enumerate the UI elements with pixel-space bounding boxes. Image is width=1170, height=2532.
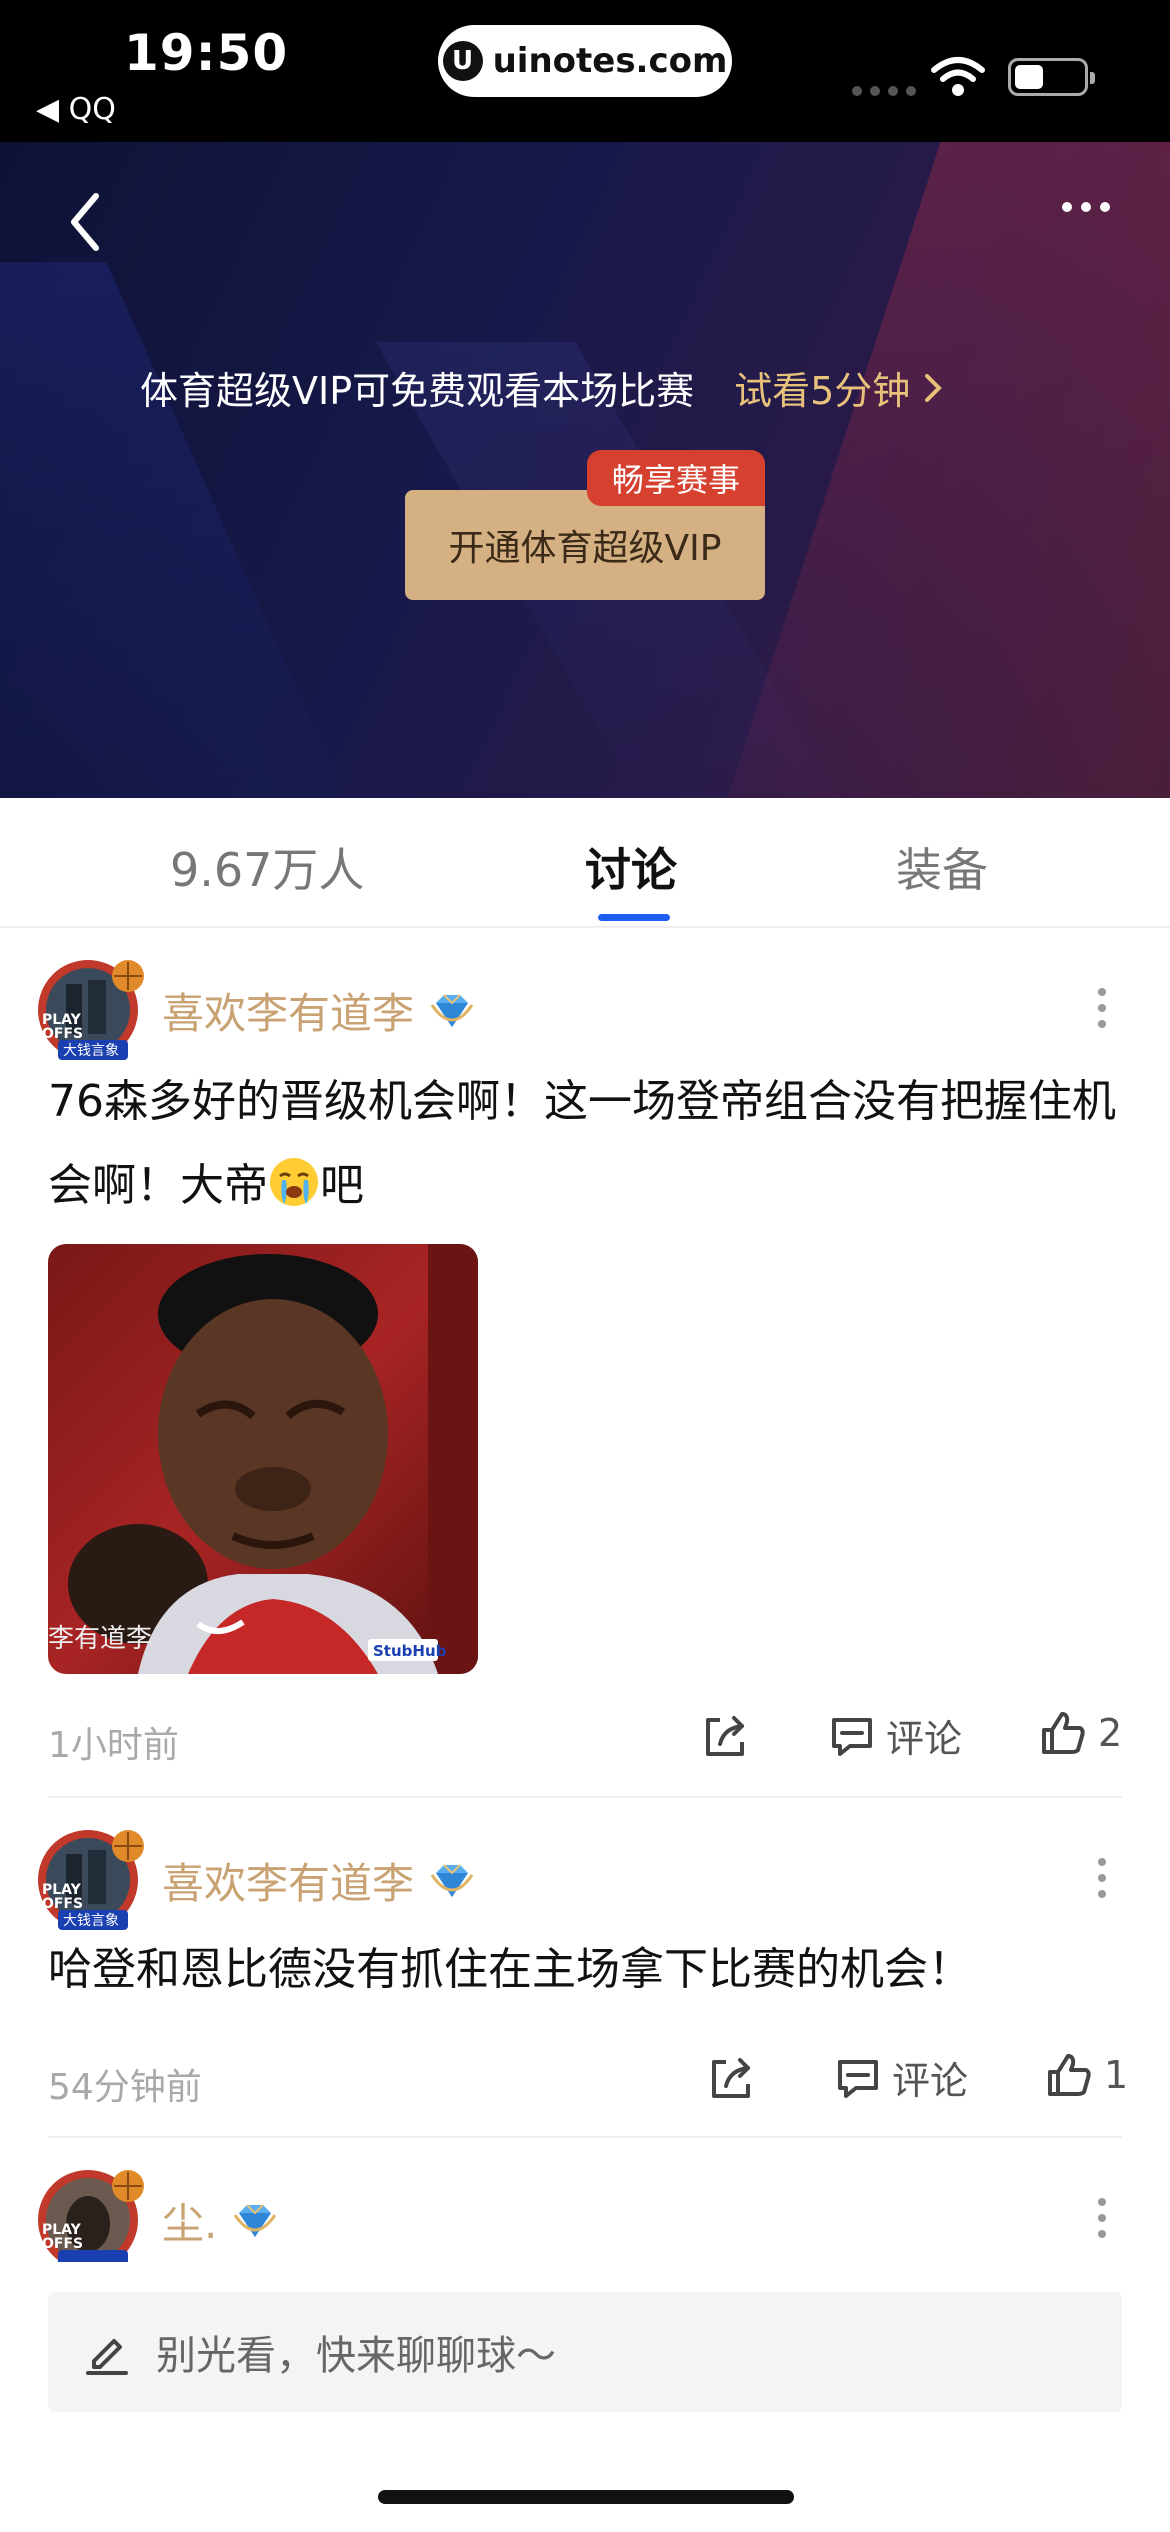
post-item: PLAY OFFS 尘.: [0, 2158, 1170, 2262]
tab-discussion[interactable]: 讨论: [585, 834, 677, 900]
comment-placeholder: 别光看，快来聊聊球～: [156, 2333, 556, 2379]
post-more-icon[interactable]: [1098, 1858, 1106, 1898]
url-text: uinotes.com: [492, 41, 728, 81]
trial-label: 试看5分钟: [734, 369, 911, 413]
pen-icon: [86, 2339, 128, 2375]
vip-text: 体育超级VIP可免费观看本场比赛: [140, 369, 695, 413]
video-player-hero: 体育超级VIP可免费观看本场比赛 试看5分钟 开通体育超级VIP 畅享赛事: [0, 142, 1170, 798]
like-button[interactable]: 1: [1044, 2050, 1128, 2100]
vip-free-watch-text: 体育超级VIP可免费观看本场比赛 试看5分钟: [140, 360, 943, 415]
avatar[interactable]: PLAY OFFS 大钱言象: [36, 954, 148, 1066]
image-watermark: 李有道李: [48, 1624, 153, 1654]
trial-link[interactable]: 试看5分钟: [734, 360, 943, 415]
post-username[interactable]: 喜欢李有道李: [162, 980, 474, 1041]
comment-label: 评论: [886, 1717, 963, 1761]
active-tab-indicator: [598, 914, 670, 921]
like-count: 2: [1098, 1711, 1123, 1755]
svg-text:OFFS: OFFS: [42, 1896, 83, 1912]
svg-text:StubHub: StubHub: [373, 1642, 447, 1660]
back-chevron-icon[interactable]: [60, 182, 110, 262]
tab-equipment[interactable]: 装备: [896, 834, 988, 900]
diamond-icon: [430, 993, 474, 1027]
avatar-tag: 大钱言象: [63, 1043, 119, 1059]
comment-icon: [838, 2059, 878, 2098]
chevron-right-icon: [925, 373, 943, 402]
avatar[interactable]: PLAY OFFS: [36, 2164, 148, 2262]
comment-input[interactable]: 别光看，快来聊聊球～: [48, 2292, 1122, 2412]
open-vip-button[interactable]: 开通体育超级VIP: [405, 490, 765, 600]
post-image[interactable]: StubHub 李有道李: [48, 1244, 478, 1674]
svg-text:OFFS: OFFS: [42, 1026, 83, 1042]
like-icon: [1042, 1712, 1085, 1754]
bottom-composer-bar: 别光看，快来聊聊球～: [0, 2262, 1170, 2532]
post-time: 54分钟前: [48, 2067, 202, 2108]
post-meta-row: 54分钟前 评论 1: [48, 2050, 1128, 2110]
diamond-icon: [430, 1863, 474, 1897]
username-text: 喜欢李有道李: [162, 1859, 415, 1908]
tab-online-count[interactable]: 9.67万人: [170, 834, 364, 900]
status-bar: 19:50 ◀ QQ U uinotes.com: [0, 0, 1170, 142]
battery-icon: [1008, 58, 1095, 96]
like-count: 1: [1104, 2053, 1129, 2097]
post-more-icon[interactable]: [1098, 2198, 1106, 2238]
comment-label: 评论: [892, 2059, 969, 2103]
post-more-icon[interactable]: [1098, 988, 1106, 1028]
status-time: 19:50: [124, 24, 289, 82]
comment-button[interactable]: 评论: [828, 1708, 962, 1763]
back-to-app-link[interactable]: ◀ QQ: [36, 92, 116, 127]
post-text: 76森多好的晋级机会啊！这一场登帝组合没有把握住机会啊！大帝: [48, 1076, 1116, 1211]
tab-bar: 9.67万人 讨论 装备: [0, 798, 1170, 928]
like-icon: [1048, 2054, 1091, 2096]
post-time: 1小时前: [48, 1725, 179, 1766]
share-icon[interactable]: [700, 1712, 750, 1762]
vip-badge: 畅享赛事: [587, 450, 765, 506]
home-indicator: [378, 2490, 794, 2504]
post-divider: [48, 2136, 1122, 2138]
comment-icon: [832, 1717, 872, 1756]
signal-icon: [852, 86, 916, 96]
crying-emoji-icon: [270, 1158, 318, 1206]
post-meta-row: 1小时前 评论 2: [48, 1708, 1128, 1768]
avatar[interactable]: PLAY OFFS 大钱言象: [36, 1824, 148, 1936]
post-divider: [48, 1796, 1122, 1798]
comment-button[interactable]: 评论: [834, 2050, 968, 2105]
more-icon[interactable]: [1062, 202, 1110, 212]
like-button[interactable]: 2: [1038, 1708, 1122, 1758]
username-text: 喜欢李有道李: [162, 989, 415, 1038]
wifi-icon: [931, 57, 985, 96]
post-item: PLAY OFFS 大钱言象 喜欢李有道李 76森多好的晋级机会啊！这一场登帝组…: [0, 948, 1170, 1798]
post-username[interactable]: 喜欢李有道李: [162, 1850, 474, 1911]
post-body: 哈登和恩比德没有抓住在主场拿下比赛的机会！: [48, 1944, 972, 1995]
post-body: 76森多好的晋级机会啊！这一场登帝组合没有把握住机会啊！大帝 吧: [48, 1060, 1128, 1228]
post-username[interactable]: 尘.: [162, 2190, 277, 2251]
post-text-end: 吧: [320, 1160, 364, 1211]
share-icon[interactable]: [706, 2054, 756, 2104]
svg-text:OFFS: OFFS: [42, 2236, 83, 2252]
url-pill[interactable]: U uinotes.com: [438, 25, 732, 97]
svg-text:大钱言象: 大钱言象: [63, 1913, 119, 1929]
site-logo-icon: U: [442, 41, 483, 81]
player-photo: StubHub: [48, 1244, 478, 1674]
diamond-icon: [234, 2203, 277, 2237]
post-item: PLAY OFFS 大钱言象 喜欢李有道李 哈登和恩比德没有抓住在主场拿下比赛的…: [0, 1818, 1170, 2138]
username-text: 尘.: [162, 2199, 218, 2248]
